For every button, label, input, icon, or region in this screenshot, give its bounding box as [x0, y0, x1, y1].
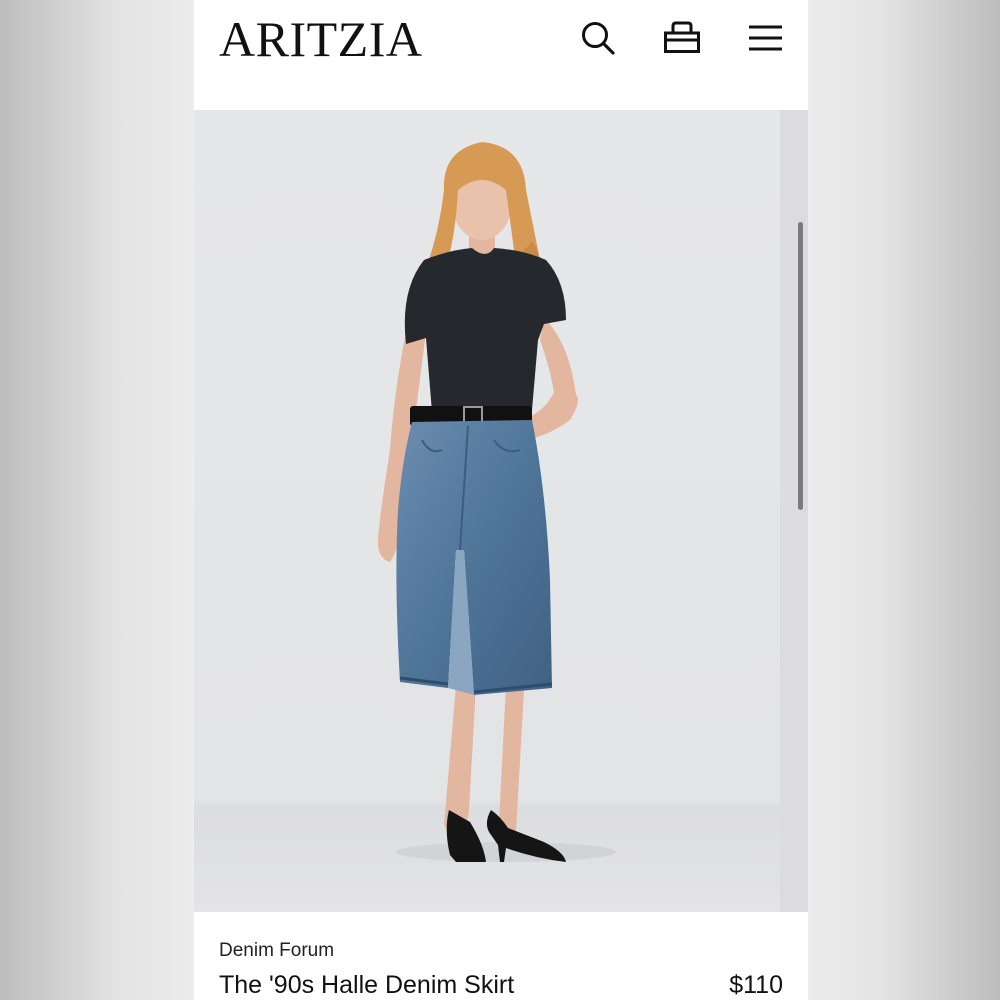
hamburger-menu-icon	[749, 25, 782, 51]
search-button[interactable]	[579, 18, 619, 58]
product-name[interactable]: The '90s Halle Denim Skirt	[219, 971, 514, 1000]
search-icon	[582, 22, 615, 55]
shopping-bag-icon	[664, 21, 700, 53]
product-brand[interactable]: Denim Forum	[219, 940, 334, 962]
mobile-page: ARITZIA Denim Forum The '90s Halle Denim…	[194, 0, 808, 1000]
scrollbar-thumb[interactable]	[798, 222, 803, 510]
image-scroll-track[interactable]	[780, 110, 808, 912]
site-header: ARITZIA	[194, 0, 808, 110]
product-price: $110	[729, 971, 783, 999]
product-image[interactable]	[194, 110, 808, 912]
shopping-bag-button[interactable]	[662, 18, 702, 58]
product-info: Denim Forum The '90s Halle Denim Skirt $…	[194, 912, 808, 1000]
menu-button[interactable]	[746, 18, 786, 58]
aritzia-logo[interactable]: ARITZIA	[219, 11, 422, 67]
model-illustration	[377, 142, 616, 862]
